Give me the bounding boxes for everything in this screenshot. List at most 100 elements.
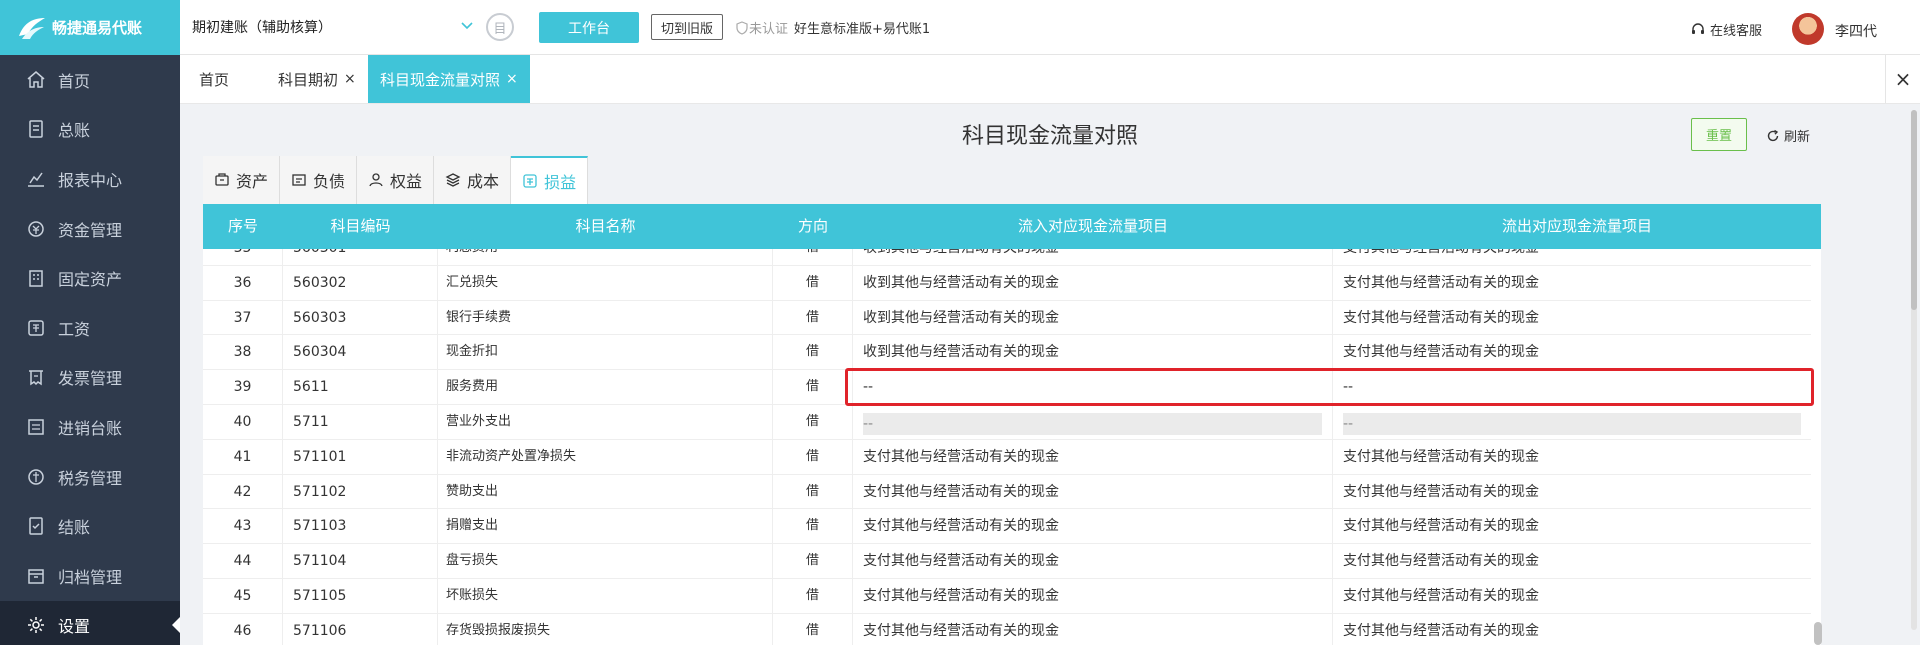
cell-inflow-item[interactable]: -- [853,370,1333,405]
close-all-tabs-button[interactable]: × [1885,55,1920,103]
header-name[interactable]: 科目名称 [438,204,773,249]
avatar[interactable] [1792,13,1824,45]
sidebar-item-tax[interactable]: 税务管理 [0,452,180,502]
switch-old-version-button[interactable]: 切到旧版 [651,14,723,40]
cell-seq: 40 [203,404,283,440]
cell-name: 非流动资产处置净损失 [438,439,773,475]
refresh-button[interactable]: 刷新 [1766,126,1810,145]
cell-outflow-item[interactable]: 支付其他与经营活动有关的现金 [1333,509,1811,544]
sidebar-item-label: 固定资产 [58,270,123,290]
tab-label: 负债 [313,172,346,191]
sidebar-item-label: 结账 [58,518,91,538]
cell-inflow-item[interactable]: 支付其他与经营活动有关的现金 [853,544,1333,579]
table-row[interactable]: 43 571103 捐赠支出借支付其他与经营活动有关的现金 支付其他与经营活动有关的现… [203,509,1811,545]
cell-code: 571104 [283,544,438,579]
table-row[interactable]: 42 571102 赞助支出借支付其他与经营活动有关的现金 支付其他与经营活动有关的现… [203,474,1811,510]
cell-seq: 38 [203,335,283,371]
sidebar-item-label: 设置 [58,617,91,637]
sidebar-item-label: 发票管理 [58,369,123,389]
table-row[interactable]: 38 560304 现金折扣借收到其他与经营活动有关的现金 支付其他与经营活动有关的现… [203,335,1811,371]
cell-outflow-item[interactable]: -- [1333,370,1811,405]
sidebar-item-chart[interactable]: 报表中心 [0,154,180,204]
cashflow-table: 序号 科目编码 科目名称 方向 流入对应现金流量项目 流出对应现金流量项目 35… [203,204,1821,645]
cell-outflow-item[interactable]: 支付其他与经营活动有关的现金 [1333,440,1811,475]
gear-icon [26,615,46,635]
tab-asset[interactable]: 资产 [203,156,281,204]
cell-inflow-item[interactable]: 支付其他与经营活动有关的现金 [853,578,1333,614]
table-row[interactable]: 39 5611 服务费用借 -- -- [203,370,1811,405]
cell-inflow-item[interactable]: 收到其他与经营活动有关的现金 [853,335,1333,371]
logo-mark-icon [19,17,45,39]
sidebar-item-label: 报表中心 [58,170,123,190]
tab-label: 权益 [390,172,423,191]
workbench-button[interactable]: 工作台 [539,12,639,43]
online-service-link[interactable]: 在线客服 [1690,20,1762,39]
cell-code: 571105 [283,578,438,614]
table-row[interactable]: 37 560303 银行手续费借收到其他与经营活动有关的现金 支付其他与经营活动有关的… [203,300,1811,336]
tab-account-opening[interactable]: 科目期初 × [278,55,356,103]
sidebar-item-inventory[interactable]: 进销台账 [0,402,180,452]
cell-code: 571101 [283,439,438,475]
scrollbar-thumb[interactable] [1911,110,1917,310]
header-direction[interactable]: 方向 [773,204,853,249]
cell-direction: 借 [773,335,853,371]
cell-inflow-item[interactable]: -- [853,404,1333,440]
cell-inflow-item[interactable]: 支付其他与经营活动有关的现金 [853,474,1333,510]
sidebar-item-gear[interactable]: 设置 [0,600,180,645]
sidebar-item-label: 工资 [58,319,91,339]
username[interactable]: 李四代 [1835,21,1877,41]
document-icon[interactable]: 目 [486,13,514,41]
cell-outflow-item[interactable]: 支付其他与经营活动有关的现金 [1333,335,1811,370]
tab-equity[interactable]: 权益 [357,156,435,204]
cell-code: 560304 [283,335,438,371]
account-set-select[interactable]: 期初建账（辅助核算） [190,14,475,40]
header-inflow[interactable]: 流入对应现金流量项目 [853,204,1333,249]
cell-outflow-item[interactable]: 支付其他与经营活动有关的现金 [1333,301,1811,336]
cell-outflow-item[interactable]: 支付其他与经营活动有关的现金 [1333,266,1811,301]
tax-icon [26,467,46,487]
cell-outflow-item[interactable]: 支付其他与经营活动有关的现金 [1333,544,1811,579]
table-row[interactable]: 40 5711 营业外支出借 -- -- [203,404,1811,440]
cell-code: 571106 [283,613,438,645]
close-icon[interactable]: × [506,71,518,87]
cell-outflow-item[interactable]: 支付其他与经营活动有关的现金 [1333,475,1811,510]
table-row[interactable]: 41 571101 非流动资产处置净损失借支付其他与经营活动有关的现金 支付其他与经营… [203,439,1811,475]
app-logo[interactable]: 畅捷通易代账 [0,0,180,55]
cell-inflow-item[interactable]: 收到其他与经营活动有关的现金 [853,300,1333,336]
tab-liability[interactable]: 负债 [280,156,358,204]
header-code[interactable]: 科目编码 [283,204,438,249]
sidebar-item-home[interactable]: 首页 [0,55,180,105]
sidebar-item-salary[interactable]: 工资 [0,303,180,353]
tab-home[interactable]: 首页 [199,55,229,103]
table-row[interactable]: 36 560302 汇兑损失借收到其他与经营活动有关的现金 支付其他与经营活动有关的现… [203,265,1811,301]
tab-cost[interactable]: 成本 [434,156,512,204]
cell-outflow-item[interactable]: -- [1333,405,1811,440]
cell-inflow-item[interactable]: 支付其他与经营活动有关的现金 [853,439,1333,475]
cell-outflow-item[interactable]: 支付其他与经营活动有关的现金 [1333,579,1811,614]
cell-inflow-item[interactable]: 支付其他与经营活动有关的现金 [853,613,1333,645]
table-row[interactable]: 44 571104 盘亏损失借支付其他与经营活动有关的现金 支付其他与经营活动有关的现… [203,544,1811,579]
table-scrollbar-thumb[interactable] [1814,622,1822,645]
certification-status[interactable]: 未认证 好生意标准版+易代账1 [735,18,930,37]
table-row[interactable]: 46 571106 存货毁损报废损失借支付其他与经营活动有关的现金 支付其他与经营活动… [203,613,1811,645]
reset-button[interactable]: 重置 [1691,118,1747,151]
tab-profit-loss[interactable]: 损益 [511,156,589,204]
sidebar-item-building[interactable]: 固定资产 [0,253,180,303]
close-icon[interactable]: × [344,71,356,87]
ledger-icon [26,119,46,139]
tab-cashflow-mapping[interactable]: 科目现金流量对照 × [368,55,530,103]
table-row[interactable]: 45 571105 坏账损失借支付其他与经营活动有关的现金 支付其他与经营活动有关的现… [203,578,1811,614]
liability-icon [291,172,307,188]
sidebar-item-archive[interactable]: 归档管理 [0,551,180,601]
cell-inflow-item[interactable]: 支付其他与经营活动有关的现金 [853,509,1333,545]
header-outflow[interactable]: 流出对应现金流量项目 [1333,204,1821,249]
cell-outflow-item[interactable]: 支付其他与经营活动有关的现金 [1333,614,1811,645]
app-logo-text: 畅捷通易代账 [52,19,143,37]
sidebar-item-checkout[interactable]: 结账 [0,501,180,551]
header-seq[interactable]: 序号 [203,204,283,249]
sidebar-item-money[interactable]: 资金管理 [0,204,180,254]
sidebar-item-invoice[interactable]: 发票管理 [0,353,180,403]
page-scrollbar[interactable] [1911,110,1917,630]
sidebar-item-ledger[interactable]: 总账 [0,105,180,155]
cell-inflow-item[interactable]: 收到其他与经营活动有关的现金 [853,265,1333,301]
